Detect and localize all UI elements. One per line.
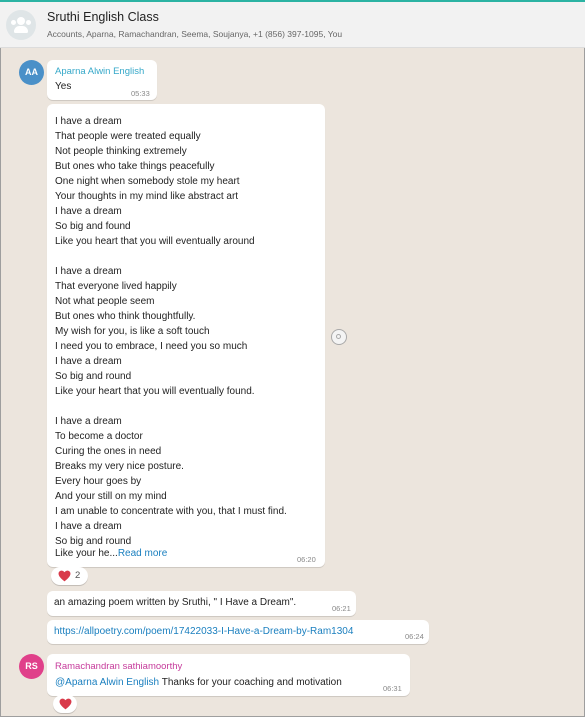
message-text: an amazing poem written by Sruthi, " I H… bbox=[54, 597, 297, 608]
mention-link[interactable]: @Aparna Alwin English bbox=[55, 677, 159, 688]
message-bubble: Aparna Alwin English Yes 05:33 bbox=[47, 60, 157, 100]
message-link[interactable]: https://allpoetry.com/poem/17422033-I-Ha… bbox=[54, 626, 353, 637]
poem-line: I am unable to concentrate with you, tha… bbox=[55, 506, 287, 517]
message-text: Yes bbox=[55, 81, 72, 92]
poem-line: Like your heart that you will eventually… bbox=[55, 386, 255, 397]
poem-line: So big and round bbox=[55, 536, 132, 547]
message-time: 06:20 bbox=[297, 555, 316, 564]
poem-line: I have a dream bbox=[55, 416, 122, 427]
poem-line: My wish for you, is like a soft touch bbox=[55, 326, 210, 337]
message-text: @Aparna Alwin English Thanks for your co… bbox=[55, 677, 342, 688]
poem-line: Curing the ones in need bbox=[55, 446, 162, 457]
message-time: 06:21 bbox=[332, 604, 351, 613]
heart-icon bbox=[59, 698, 72, 710]
poem-line: I need you to embrace, I need you so muc… bbox=[55, 341, 248, 352]
poem-line: Like you heart that you will eventually … bbox=[55, 236, 255, 247]
message-body: Thanks for your coaching and motivation bbox=[159, 677, 342, 688]
reaction-badge[interactable] bbox=[53, 695, 77, 713]
poem-line: And your still on my mind bbox=[55, 491, 167, 502]
reaction-count: 2 bbox=[75, 570, 81, 581]
group-avatar-icon[interactable] bbox=[6, 10, 36, 40]
poem-line: I have a dream bbox=[55, 266, 122, 277]
poem-line: So big and round bbox=[55, 371, 132, 382]
poem-line: Not people thinking extremely bbox=[55, 146, 187, 157]
message-bubble: an amazing poem written by Sruthi, " I H… bbox=[47, 591, 356, 616]
avatar[interactable]: AA bbox=[19, 60, 44, 85]
poem-line: Breaks my very nice posture. bbox=[55, 461, 184, 472]
poem-line: One night when somebody stole my heart bbox=[55, 176, 240, 187]
message-time: 06:31 bbox=[383, 684, 402, 693]
chat-header[interactable]: Sruthi English Class Accounts, Aparna, R… bbox=[0, 2, 585, 48]
sender-name[interactable]: Ramachandran sathiamoorthy bbox=[55, 661, 182, 672]
poem-line: I have a dream bbox=[55, 116, 122, 127]
message-time: 05:33 bbox=[131, 89, 150, 98]
message-bubble: https://allpoetry.com/poem/17422033-I-Ha… bbox=[47, 620, 429, 644]
poem-line: Not what people seem bbox=[55, 296, 155, 307]
poem-line: Every hour goes by bbox=[55, 476, 142, 487]
message-time: 06:24 bbox=[405, 632, 424, 641]
heart-icon bbox=[58, 570, 71, 582]
chat-title: Sruthi English Class bbox=[47, 10, 159, 24]
last-line-text: Like your he... bbox=[55, 548, 118, 559]
avatar[interactable]: RS bbox=[19, 654, 44, 679]
poem-line: That people were treated equally bbox=[55, 131, 201, 142]
forward-icon[interactable] bbox=[331, 329, 347, 345]
poem-line: I have a dream bbox=[55, 356, 122, 367]
poem-line: I have a dream bbox=[55, 206, 122, 217]
truncated-line: Like your he...Read more bbox=[55, 548, 167, 559]
read-more-link[interactable]: Read more bbox=[118, 548, 167, 559]
poem-line: I have a dream bbox=[55, 521, 122, 532]
chat-members: Accounts, Aparna, Ramachandran, Seema, S… bbox=[47, 29, 343, 39]
sender-name[interactable]: Aparna Alwin English bbox=[55, 66, 144, 77]
poem-line: That everyone lived happily bbox=[55, 281, 177, 292]
poem-line bbox=[55, 399, 325, 414]
poem-line: But ones who take things peacefully bbox=[55, 161, 215, 172]
poem-line bbox=[55, 249, 325, 264]
poem-line: But ones who think thoughtfully. bbox=[55, 311, 196, 322]
poem-text: I have a dream That people were treated e… bbox=[55, 114, 325, 549]
poem-line: To become a doctor bbox=[55, 431, 143, 442]
reaction-badge[interactable]: 2 bbox=[51, 567, 88, 585]
poem-line: Your thoughts in my mind like abstract a… bbox=[55, 191, 239, 202]
poem-line: So big and found bbox=[55, 221, 131, 232]
message-bubble: Ramachandran sathiamoorthy @Aparna Alwin… bbox=[47, 654, 410, 696]
